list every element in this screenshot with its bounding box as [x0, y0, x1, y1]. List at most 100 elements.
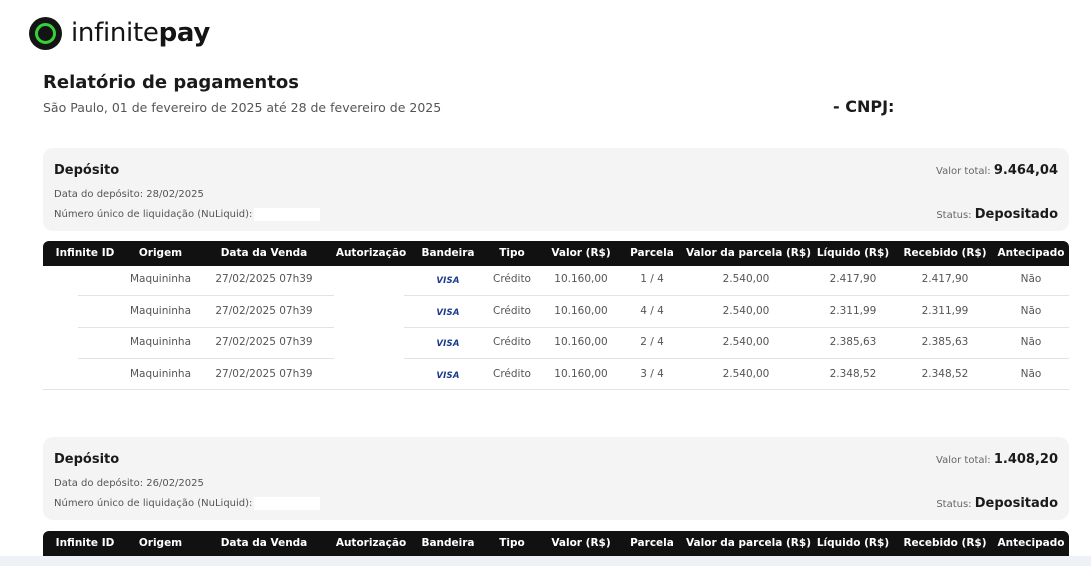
cell-valor: 10.160,00 [554, 336, 608, 348]
col-origem: Origem [138, 247, 183, 259]
col-liquido: Líquido (R$) [816, 537, 890, 549]
col-parcela: Parcela [630, 537, 674, 549]
deposit-nuliquid-value [254, 497, 321, 510]
visa-icon: VISA [436, 276, 460, 286]
cell-liquido: 2.417,90 [829, 273, 877, 285]
cell-origem: Maquininha [129, 336, 192, 348]
logo-ring-icon [29, 16, 62, 50]
table-row: Maquininha 27/02/2025 07h39 VISA Crédito… [43, 327, 1069, 358]
col-tipo: Tipo [499, 537, 525, 549]
col-autorizacao: Autorização [335, 247, 407, 259]
table-header: Infinite ID Origem Data da Venda Autoriz… [43, 241, 1069, 266]
cell-recebido: 2.385,63 [921, 336, 969, 348]
col-data-venda: Data da Venda [220, 247, 308, 259]
visa-icon: VISA [436, 308, 460, 318]
col-bandeira: Bandeira [421, 537, 475, 549]
deposit-total-label: Valor total: [936, 455, 991, 466]
col-origem: Origem [138, 537, 183, 549]
deposit-status-value: Depositado [974, 207, 1058, 222]
deposit-total: Valor total: 9.464,04 [936, 163, 1058, 178]
col-valor-parcela: Valor da parcela (R$) [686, 247, 811, 259]
table-row: Maquininha 27/02/2025 07h39 VISA Crédito… [43, 296, 1069, 327]
cell-recebido: 2.348,52 [921, 368, 969, 380]
col-valor: Valor (R$) [551, 247, 611, 259]
cell-tipo: Crédito [492, 336, 531, 348]
deposit-status: Status: Depositado [936, 496, 1058, 511]
cell-tipo: Crédito [492, 305, 531, 317]
cell-origem: Maquininha [129, 273, 192, 285]
cell-antecipado: Não [1020, 336, 1042, 348]
cell-tipo: Crédito [492, 368, 531, 380]
cell-recebido: 2.311,99 [921, 305, 969, 317]
cell-origem: Maquininha [129, 368, 192, 380]
col-autorizacao: Autorização [335, 537, 407, 549]
cell-antecipado: Não [1020, 305, 1042, 317]
cell-data-venda: 27/02/2025 07h39 [215, 336, 313, 348]
deposit-nuliquid-label: Número único de liquidação (NuLiquid): [54, 498, 253, 509]
cell-data-venda: 27/02/2025 07h39 [215, 305, 313, 317]
deposit-status: Status: Depositado [936, 207, 1058, 222]
deposit-nuliquid-value [254, 208, 321, 221]
cell-parcela: 3 / 4 [640, 368, 664, 380]
col-valor-parcela: Valor da parcela (R$) [686, 537, 811, 549]
visa-icon: VISA [436, 371, 460, 381]
col-liquido: Líquido (R$) [816, 247, 890, 259]
deposit-total: Valor total: 1.408,20 [936, 452, 1058, 467]
cell-liquido: 2.348,52 [829, 368, 877, 380]
cell-valor: 10.160,00 [554, 368, 608, 380]
deposit-nuliquid-label: Número único de liquidação (NuLiquid): [54, 209, 253, 220]
cell-valor-parcela: 2.540,00 [722, 368, 770, 380]
deposit-card: Depósito Data do depósito: 28/02/2025 Nú… [43, 148, 1069, 231]
cell-antecipado: Não [1020, 273, 1042, 285]
visa-icon: VISA [436, 339, 460, 349]
horizontal-scrollbar[interactable] [0, 556, 1091, 566]
col-data-venda: Data da Venda [220, 537, 308, 549]
logo-wordmark-light: infinite [71, 18, 159, 48]
deposit-title: Depósito [54, 452, 120, 467]
cell-origem: Maquininha [129, 305, 192, 317]
deposit-card: Depósito Data do depósito: 26/02/2025 Nú… [43, 437, 1069, 520]
cell-parcela: 4 / 4 [640, 305, 664, 317]
cell-parcela: 2 / 4 [640, 336, 664, 348]
deposit-nuliquid: Número único de liquidação (NuLiquid): [54, 497, 321, 510]
deposit-status-label: Status: [936, 210, 972, 221]
deposit-date: Data do depósito: 28/02/2025 [54, 189, 204, 200]
cell-valor-parcela: 2.540,00 [722, 305, 770, 317]
table-row: Maquininha 27/02/2025 07h39 VISA Crédito… [43, 264, 1069, 295]
logo-wordmark-bold: pay [158, 18, 211, 48]
table-header: Infinite ID Origem Data da Venda Autoriz… [43, 531, 1069, 556]
cell-valor-parcela: 2.540,00 [722, 273, 770, 285]
col-bandeira: Bandeira [421, 247, 475, 259]
col-recebido: Recebido (R$) [903, 247, 987, 259]
cell-liquido: 2.311,99 [829, 305, 877, 317]
cell-valor: 10.160,00 [554, 273, 608, 285]
logo-wordmark: infinitepay [71, 18, 210, 48]
deposit-total-value: 1.408,20 [993, 452, 1058, 467]
table-row: Maquininha 27/02/2025 07h39 VISA Crédito… [43, 359, 1069, 390]
col-valor: Valor (R$) [551, 537, 611, 549]
cnpj-label: - CNPJ: [833, 97, 895, 116]
cell-recebido: 2.417,90 [921, 273, 969, 285]
col-tipo: Tipo [499, 247, 525, 259]
report-period: São Paulo, 01 de fevereiro de 2025 até 2… [43, 100, 442, 115]
cell-data-venda: 27/02/2025 07h39 [215, 368, 313, 380]
cell-parcela: 1 / 4 [640, 273, 664, 285]
col-infinite-id: Infinite ID [55, 247, 115, 259]
deposit-title: Depósito [54, 163, 120, 178]
cell-antecipado: Não [1020, 368, 1042, 380]
infinitepay-logo: infinitepay [29, 15, 210, 51]
deposit-status-value: Depositado [974, 496, 1058, 511]
deposit-status-label: Status: [936, 499, 972, 510]
col-antecipado: Antecipado [997, 247, 1065, 259]
cell-tipo: Crédito [492, 273, 531, 285]
deposit-total-value: 9.464,04 [993, 163, 1058, 178]
report-title: Relatório de pagamentos [43, 72, 299, 93]
cell-valor: 10.160,00 [554, 305, 608, 317]
cell-liquido: 2.385,63 [829, 336, 877, 348]
col-infinite-id: Infinite ID [55, 537, 115, 549]
cell-valor-parcela: 2.540,00 [722, 336, 770, 348]
deposit-total-label: Valor total: [936, 166, 991, 177]
deposit-nuliquid: Número único de liquidação (NuLiquid): [54, 208, 321, 221]
col-parcela: Parcela [630, 247, 674, 259]
table-bottom-divider [43, 389, 1069, 390]
